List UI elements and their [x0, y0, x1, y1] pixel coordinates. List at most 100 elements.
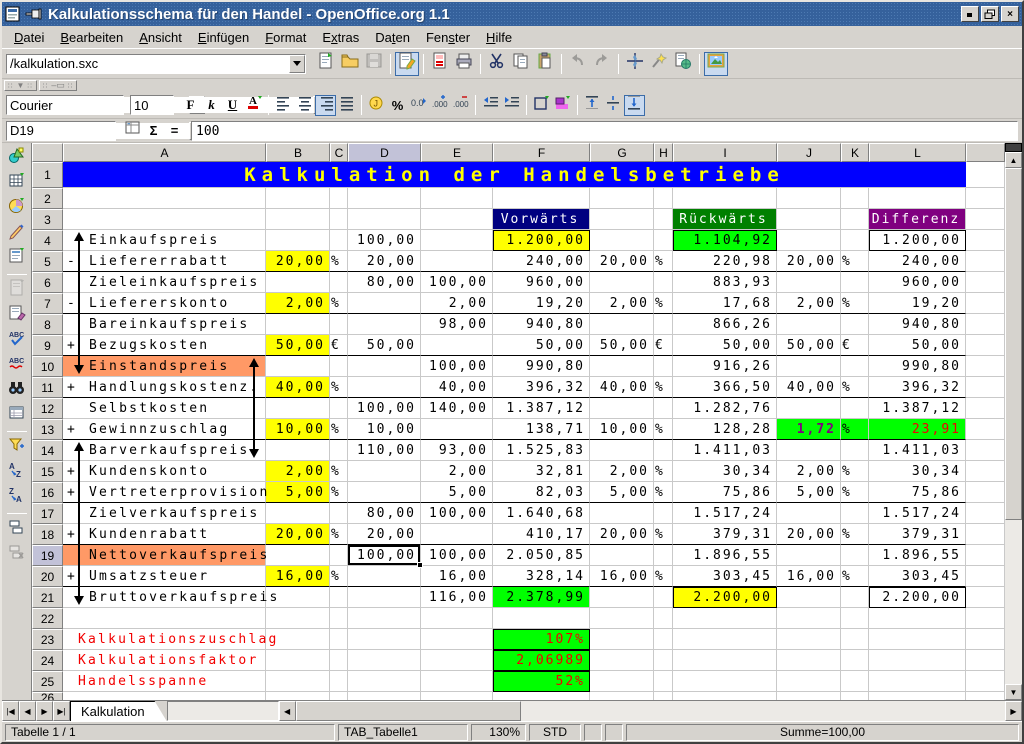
row-header-11[interactable]: 11 — [32, 377, 63, 398]
menu-bearbeiten[interactable]: Bearbeiten — [52, 28, 131, 47]
cell[interactable] — [966, 356, 1005, 377]
cell-J14[interactable] — [777, 440, 841, 461]
cell-D24[interactable] — [348, 650, 421, 671]
cell-H3[interactable] — [654, 209, 673, 230]
cell-F23[interactable]: 107% — [493, 629, 590, 650]
font-size-combo[interactable] — [130, 95, 174, 115]
cell[interactable] — [966, 587, 1005, 608]
underline-button[interactable]: U — [222, 95, 243, 116]
cell-C15[interactable]: % — [330, 461, 348, 482]
cell-C26[interactable] — [330, 692, 348, 700]
background-color-button[interactable] — [552, 95, 573, 116]
cell-K11[interactable]: % — [841, 377, 869, 398]
cell-E17[interactable]: 100,00 — [421, 503, 493, 524]
cell-A8[interactable]: Bareinkaufspreis — [63, 314, 266, 335]
cell-H14[interactable] — [654, 440, 673, 461]
cell-H8[interactable] — [654, 314, 673, 335]
cell-I20[interactable]: 303,45 — [673, 566, 777, 587]
cell-G5[interactable]: 20,00 — [590, 251, 654, 272]
cell-B13[interactable]: 10,00 — [266, 419, 330, 440]
insert-object-button[interactable] — [4, 146, 30, 171]
column-header-C[interactable]: C — [330, 143, 348, 162]
cell-L17[interactable]: 1.517,24 — [869, 503, 966, 524]
cell[interactable] — [966, 230, 1005, 251]
number-format-percent-button[interactable]: % — [387, 95, 408, 116]
export-pdf-button[interactable] — [428, 52, 452, 76]
cell-G15[interactable]: 2,00 — [590, 461, 654, 482]
cell-H18[interactable]: % — [654, 524, 673, 545]
cell-J13[interactable]: 1,72 — [777, 419, 841, 440]
cell-L15[interactable]: 30,34 — [869, 461, 966, 482]
cell-J2[interactable] — [777, 188, 841, 209]
cell-C21[interactable] — [330, 587, 348, 608]
cell-B10[interactable] — [266, 356, 330, 377]
cell-G20[interactable]: 16,00 — [590, 566, 654, 587]
cell-K4[interactable] — [841, 230, 869, 251]
cell-G3[interactable] — [590, 209, 654, 230]
next-sheet-button[interactable]: ▶ — [36, 701, 53, 721]
cell[interactable] — [966, 188, 1005, 209]
column-header-G[interactable]: G — [590, 143, 654, 162]
selection-mode-field[interactable]: STD — [529, 724, 581, 741]
cell-J24[interactable] — [777, 650, 841, 671]
selection-fill-handle[interactable] — [417, 562, 423, 568]
cell-D14[interactable]: 110,00 — [348, 440, 421, 461]
row-header-13[interactable]: 13 — [32, 419, 63, 440]
open-button[interactable] — [338, 52, 362, 76]
insert-chart-button[interactable] — [4, 196, 30, 221]
cell[interactable] — [966, 162, 1005, 188]
cell-B2[interactable] — [266, 188, 330, 209]
cell-E22[interactable] — [421, 608, 493, 629]
cell-E2[interactable] — [421, 188, 493, 209]
cell[interactable] — [966, 272, 1005, 293]
borders-button[interactable] — [531, 95, 552, 116]
delete-decimal-button[interactable]: .000 — [450, 95, 471, 116]
menu-fenster[interactable]: Fenster — [418, 28, 478, 47]
cell-E23[interactable] — [421, 629, 493, 650]
cell-C9[interactable]: € — [330, 335, 348, 356]
cell-D10[interactable] — [348, 356, 421, 377]
row-header-18[interactable]: 18 — [32, 524, 63, 545]
cell-C13[interactable]: % — [330, 419, 348, 440]
cell-H13[interactable]: % — [654, 419, 673, 440]
scroll-left-button[interactable]: ◀ — [279, 701, 296, 721]
cell-I24[interactable] — [673, 650, 777, 671]
cell-F3[interactable]: Vorwärts — [493, 209, 590, 230]
page-style-field[interactable]: TAB_Tabelle1 — [338, 724, 468, 741]
cell-K20[interactable]: % — [841, 566, 869, 587]
cell[interactable] — [966, 398, 1005, 419]
cell-K10[interactable] — [841, 356, 869, 377]
cell-B4[interactable] — [266, 230, 330, 251]
cell-C8[interactable] — [330, 314, 348, 335]
cell-K25[interactable] — [841, 671, 869, 692]
cell-L21[interactable]: 2.200,00 — [869, 587, 966, 608]
cell-I16[interactable]: 75,86 — [673, 482, 777, 503]
column-header-L[interactable]: L — [869, 143, 966, 162]
align-left-button[interactable] — [273, 95, 294, 116]
cell-B17[interactable] — [266, 503, 330, 524]
cell-G7[interactable]: 2,00 — [590, 293, 654, 314]
cell-D21[interactable] — [348, 587, 421, 608]
cell-F15[interactable]: 32,81 — [493, 461, 590, 482]
cell-F2[interactable] — [493, 188, 590, 209]
formula-input[interactable] — [192, 122, 1017, 140]
cell-A10[interactable]: Einstandspreis — [63, 356, 266, 377]
cell-J7[interactable]: 2,00 — [777, 293, 841, 314]
cell-H21[interactable] — [654, 587, 673, 608]
cell-C22[interactable] — [330, 608, 348, 629]
cell-D22[interactable] — [348, 608, 421, 629]
first-sheet-button[interactable]: |◀ — [2, 701, 19, 721]
cell-B24[interactable] — [266, 650, 330, 671]
cell-D4[interactable]: 100,00 — [348, 230, 421, 251]
cell-K8[interactable] — [841, 314, 869, 335]
sum-button[interactable]: Σ — [143, 120, 164, 141]
column-header-F[interactable]: F — [493, 143, 590, 162]
cell-A2[interactable] — [63, 188, 266, 209]
cell-I4[interactable]: 1.104,92 — [673, 230, 777, 251]
cell[interactable] — [966, 377, 1005, 398]
cell[interactable] — [966, 335, 1005, 356]
cell-A21[interactable]: Bruttoverkaufspreis — [63, 587, 266, 608]
previous-sheet-button[interactable]: ◀ — [19, 701, 36, 721]
cell-C25[interactable] — [330, 671, 348, 692]
cell-G4[interactable] — [590, 230, 654, 251]
